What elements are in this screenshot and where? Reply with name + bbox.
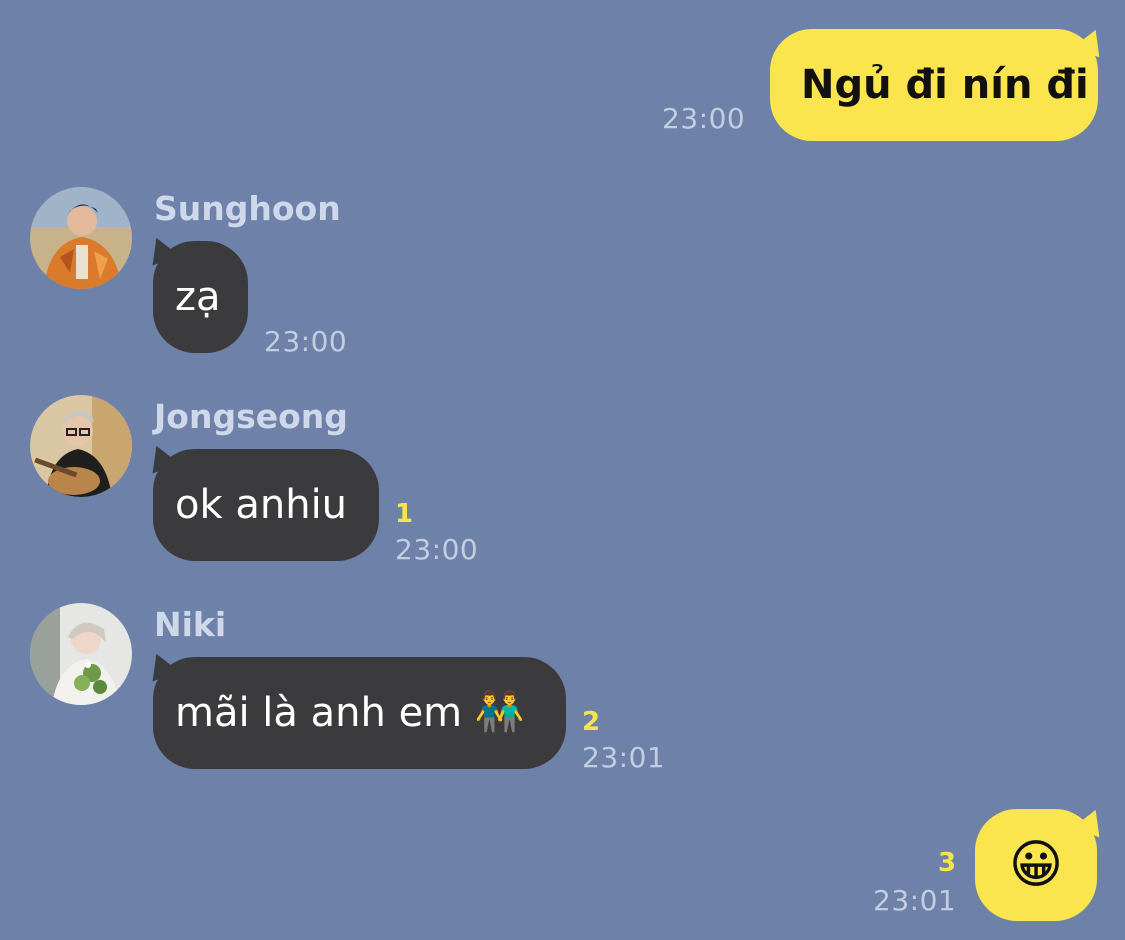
sender-name: Sunghoon [154,189,341,228]
message-timestamp: 23:00 [395,533,479,566]
message-outgoing: 3 23:01 😀 [0,800,1125,940]
message-timestamp: 23:01 [582,741,666,774]
message-bubble[interactable]: 😀 [975,809,1097,921]
sender-name: Jongseong [154,397,348,436]
message-text: mãi là anh em 👬 [175,690,525,736]
message-text: Ngủ đi nín đi [801,62,1089,108]
unread-count: 1 [395,499,414,529]
message-text: ok anhiu [175,482,348,528]
message-timestamp: 23:01 [873,884,957,917]
message-incoming: Sunghoon zạ 23:00 [0,180,1125,360]
message-timestamp: 23:00 [662,102,746,135]
message-timestamp: 23:00 [264,325,348,358]
sender-name: Niki [154,605,227,644]
grinning-face-emoji: 😀 [1008,835,1064,895]
unread-count: 2 [582,707,601,737]
message-outgoing: 23:00 Ngủ đi nín đi [0,0,1125,160]
avatar-jongseong[interactable] [30,395,132,497]
chat-thread: 23:00 Ngủ đi nín đi Sunghoon zạ 23:00 Jo… [0,0,1125,940]
message-bubble[interactable]: ok anhiu [153,449,379,561]
profile-photo-icon [30,187,132,289]
unread-count: 3 [938,848,957,878]
avatar-sunghoon[interactable] [30,187,132,289]
avatar-niki[interactable] [30,603,132,705]
message-bubble[interactable]: zạ [153,241,248,353]
profile-photo-icon [30,395,132,497]
profile-photo-icon [30,603,132,705]
message-bubble[interactable]: Ngủ đi nín đi [770,29,1098,141]
message-incoming: Niki mãi là anh em 👬 2 23:01 [0,596,1125,776]
message-text: zạ [175,274,221,320]
message-incoming: Jongseong ok anhiu 1 23:00 [0,388,1125,568]
message-bubble[interactable]: mãi là anh em 👬 [153,657,566,769]
